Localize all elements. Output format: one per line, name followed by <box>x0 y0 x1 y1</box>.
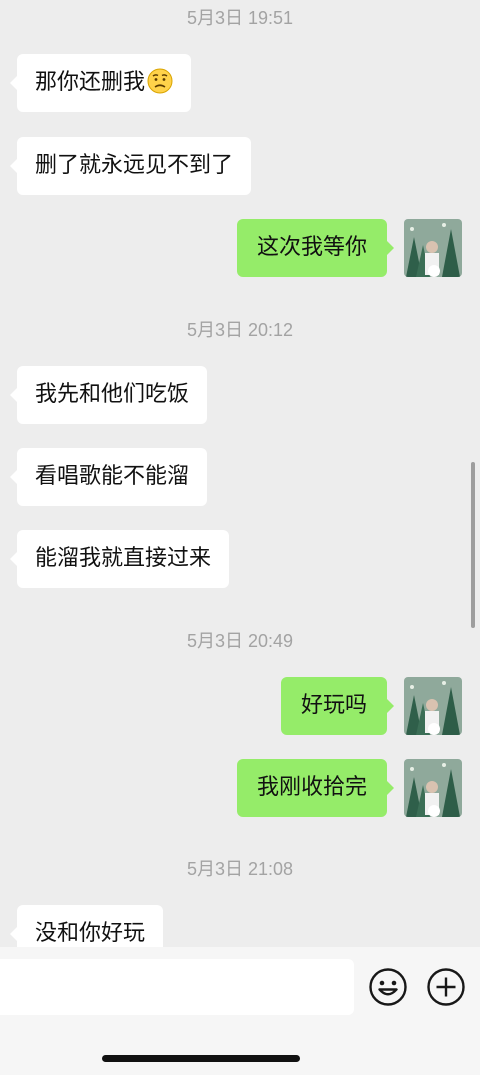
message-text: 没和你好玩 <box>35 921 146 946</box>
outgoing-message[interactable]: 这次我等你 <box>236 219 395 277</box>
user-avatar[interactable] <box>404 759 462 817</box>
message-text: 我刚收拾完 <box>256 775 367 800</box>
message-input[interactable] <box>0 959 354 1015</box>
incoming-message[interactable]: 看唱歌能不能溜 <box>9 448 208 506</box>
message-text: 我先和他们吃饭 <box>35 382 190 407</box>
timestamp: 5月3日 20:49 <box>186 631 294 651</box>
user-avatar[interactable] <box>404 677 462 735</box>
home-indicator[interactable] <box>102 1055 300 1062</box>
chat-area[interactable]: 5月3日 19:51 那你还删我 删了就永远见不到了 这次我等你 5月3日 20… <box>0 0 480 947</box>
outgoing-message[interactable]: 好玩吗 <box>280 677 395 735</box>
user-avatar[interactable] <box>404 219 462 277</box>
incoming-message[interactable]: 没和你好玩 <box>9 905 164 947</box>
frown-emoji-icon <box>147 68 173 94</box>
plus-icon[interactable] <box>426 967 466 1007</box>
timestamp: 5月3日 20:12 <box>186 320 294 340</box>
message-text: 看唱歌能不能溜 <box>35 464 190 489</box>
message-text: 能溜我就直接过来 <box>35 546 212 571</box>
emoji-icon[interactable] <box>368 967 408 1007</box>
timestamp: 5月3日 21:08 <box>186 859 294 879</box>
incoming-message[interactable]: 删了就永远见不到了 <box>9 137 252 195</box>
message-text: 好玩吗 <box>300 693 367 718</box>
message-text: 那你还删我 <box>35 70 146 95</box>
timestamp: 5月3日 19:51 <box>186 8 294 28</box>
scrollbar[interactable] <box>471 462 475 628</box>
outgoing-message[interactable]: 我刚收拾完 <box>236 759 395 817</box>
input-bar <box>0 947 480 1075</box>
incoming-message[interactable]: 能溜我就直接过来 <box>9 530 230 588</box>
message-text: 这次我等你 <box>256 235 367 260</box>
incoming-message[interactable]: 那你还删我 <box>9 54 192 112</box>
message-text: 删了就永远见不到了 <box>35 153 234 178</box>
incoming-message[interactable]: 我先和他们吃饭 <box>9 366 208 424</box>
